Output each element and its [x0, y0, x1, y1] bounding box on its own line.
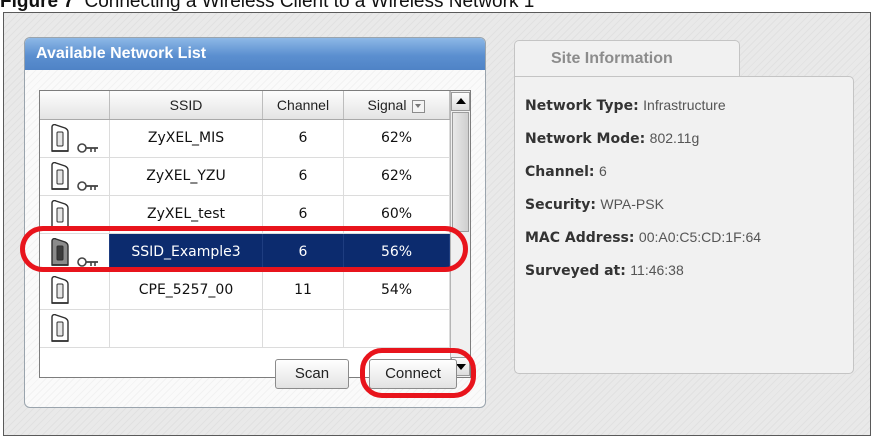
access-point-icon — [48, 313, 70, 358]
table-row[interactable]: ZyXEL_YZU 6 62% — [40, 158, 450, 196]
column-header-ssid[interactable]: SSID — [110, 91, 263, 119]
row-icon-cell — [40, 310, 110, 347]
info-value: 11:46:38 — [630, 262, 684, 278]
table-row[interactable]: ZyXEL_MIS 6 62% — [40, 120, 450, 158]
row-icon-cell — [40, 120, 110, 157]
row-icon-cell — [40, 272, 110, 309]
figure-text: Connecting a Wireless Client to a Wirele… — [84, 0, 535, 12]
table-row[interactable] — [40, 310, 450, 348]
ssid-cell: ZyXEL_YZU — [110, 158, 263, 195]
column-header-signal[interactable]: Signal — [344, 91, 450, 119]
scroll-up-icon[interactable] — [451, 92, 470, 111]
info-label: Network Type: — [525, 98, 639, 114]
info-label: Surveyed at: — [525, 263, 626, 279]
row-icon-cell — [40, 158, 110, 195]
selected-row-highlight — [20, 226, 468, 272]
info-value: 6 — [598, 163, 607, 179]
info-field: Security: WPA-PSK — [525, 196, 664, 213]
column-header-channel[interactable]: Channel — [263, 91, 344, 119]
info-label: MAC Address: — [525, 230, 635, 246]
ssid-cell — [110, 310, 263, 347]
scroll-thumb[interactable] — [452, 112, 469, 232]
signal-cell — [344, 310, 450, 347]
info-label: Network Mode: — [525, 131, 646, 147]
info-label: Channel: — [525, 164, 595, 180]
channel-cell: 11 — [263, 272, 344, 309]
info-field: Surveyed at: 11:46:38 — [525, 262, 684, 279]
site-information-panel: Network Type: Infrastructure Network Mode… — [514, 76, 854, 374]
sort-dropdown-icon[interactable] — [412, 99, 426, 113]
info-value: WPA-PSK — [600, 196, 664, 212]
ssid-cell: CPE_5257_00 — [110, 272, 263, 309]
info-field: Network Mode: 802.11g — [525, 130, 699, 147]
signal-cell: 62% — [344, 158, 450, 195]
table-row[interactable]: CPE_5257_00 11 54% — [40, 272, 450, 310]
info-field: Network Type: Infrastructure — [525, 97, 726, 114]
table-header: SSID Channel Signal — [40, 91, 450, 120]
scan-button[interactable]: Scan — [275, 359, 349, 389]
info-value: Infrastructure — [643, 97, 726, 113]
info-field: MAC Address: 00:A0:C5:CD:1F:64 — [525, 229, 761, 246]
info-value: 00:A0:C5:CD:1F:64 — [638, 229, 762, 245]
channel-cell: 6 — [263, 158, 344, 195]
ssid-cell: ZyXEL_MIS — [110, 120, 263, 157]
tab-site-information[interactable]: Site Information — [514, 40, 740, 78]
info-value: 802.11g — [649, 130, 700, 146]
column-header-icon[interactable] — [40, 91, 110, 119]
connect-button-highlight — [360, 348, 476, 398]
info-field: Channel: 6 — [525, 163, 607, 180]
figure-label: Figure 7 — [0, 0, 74, 12]
panel-title: Available Network List — [25, 38, 485, 70]
signal-header-label: Signal — [367, 97, 407, 113]
signal-cell: 54% — [344, 272, 450, 309]
channel-cell — [263, 310, 344, 347]
channel-cell: 6 — [263, 120, 344, 157]
info-label: Security: — [525, 197, 596, 213]
signal-cell: 62% — [344, 120, 450, 157]
